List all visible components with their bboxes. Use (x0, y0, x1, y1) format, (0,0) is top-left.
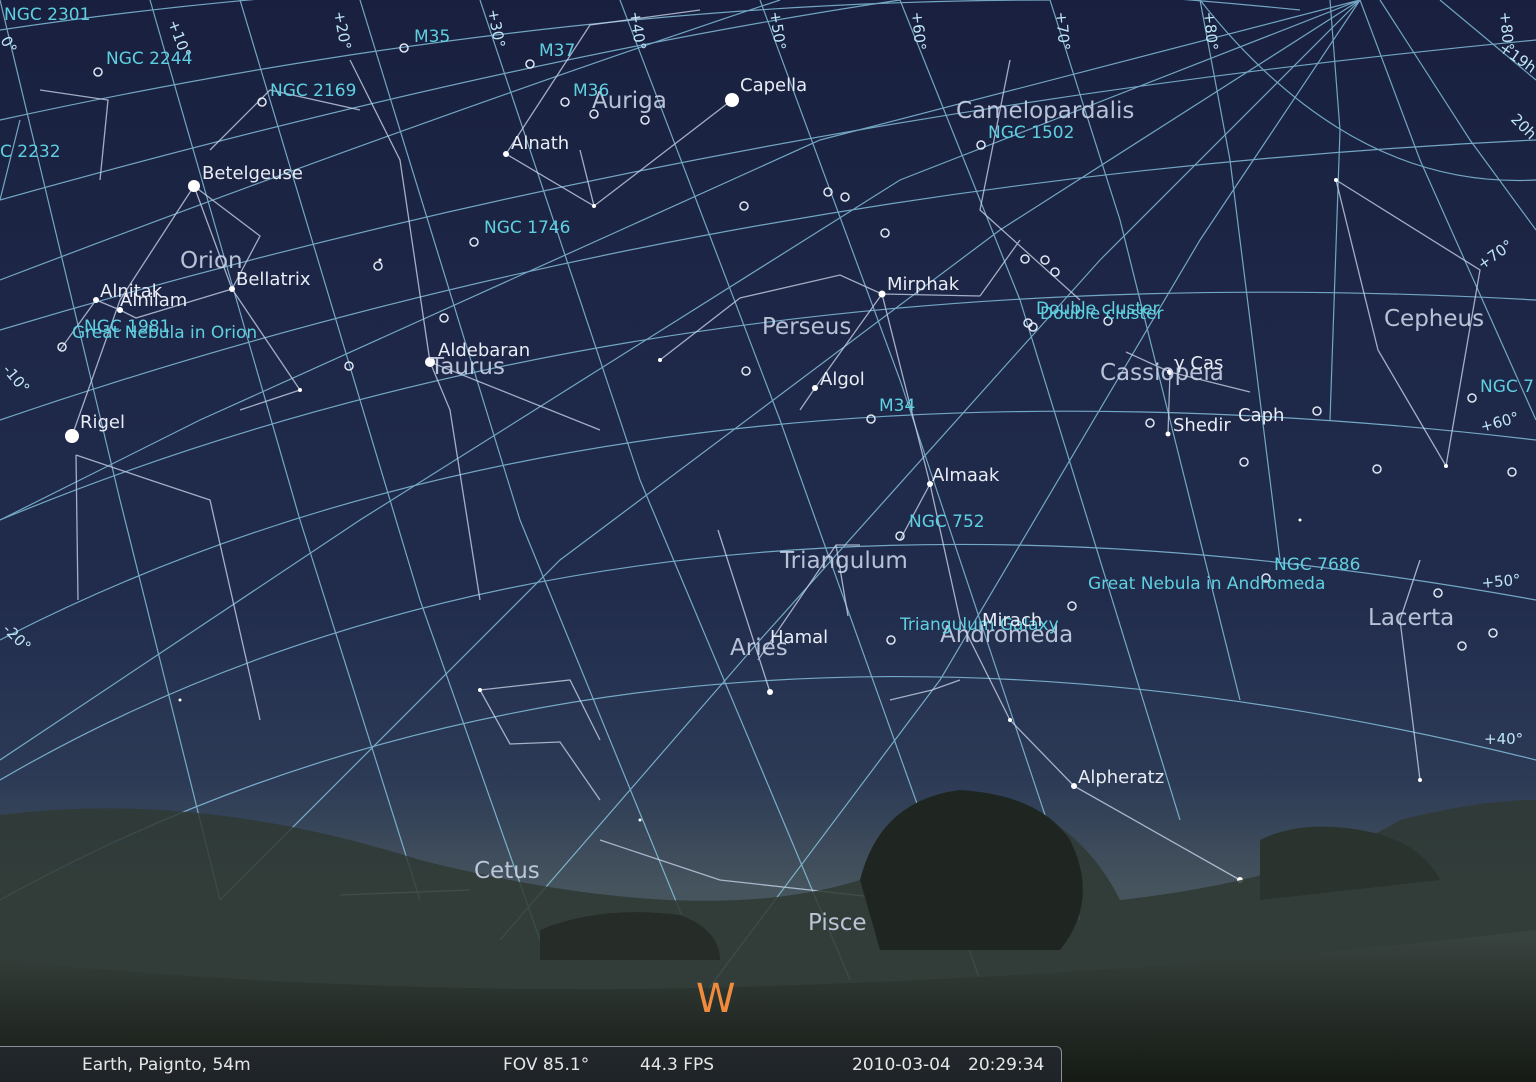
dso-ngc2301[interactable]: NGC 2301 (4, 5, 90, 25)
constellation-cepheus[interactable]: Cepheus (1384, 306, 1484, 332)
constellation-triangulum[interactable]: Triangulum (779, 548, 908, 574)
label-alnath[interactable]: Alnath (511, 133, 569, 154)
label-alnilam[interactable]: Alnilam (120, 290, 187, 311)
status-fps: 44.3 FPS (640, 1055, 715, 1075)
label-capella[interactable]: Capella (740, 75, 807, 96)
constellation-orion[interactable]: Orion (180, 248, 243, 274)
dso-m34[interactable]: M34 (879, 396, 915, 416)
dso-ngc2169[interactable]: NGC 2169 (270, 81, 356, 101)
dso-ngc7686[interactable]: NGC 7686 (1274, 555, 1360, 575)
compass-west: W (696, 976, 736, 1022)
label-mirphak[interactable]: Mirphak (887, 274, 960, 295)
grid-label: +50° (1481, 571, 1522, 592)
grid-label: +40° (1484, 730, 1523, 748)
constellation-lacerta[interactable]: Lacerta (1368, 605, 1454, 631)
dso-ngc1502[interactable]: NGC 1502 (988, 123, 1074, 143)
dso-ngc7x[interactable]: NGC 7 (1480, 377, 1534, 397)
label-rigel[interactable]: Rigel (80, 412, 125, 433)
dso-ngc752[interactable]: NGC 752 (909, 512, 985, 532)
dso-m37[interactable]: M37 (539, 41, 575, 61)
sky-view[interactable]: +10° +20° +30° +40° +50° +60° +70° +80° … (0, 0, 1536, 1082)
label-shedir[interactable]: Shedir (1173, 415, 1231, 436)
grid-label: +70° (1052, 11, 1073, 52)
dso-ngc2232[interactable]: C 2232 (0, 142, 61, 162)
dso-andromeda-nebula[interactable]: Great Nebula in Andromeda (1088, 574, 1325, 594)
dso-ngc2244[interactable]: NGC 2244 (106, 49, 192, 69)
label-gamma-cas[interactable]: γ Cas (1174, 353, 1223, 374)
status-bar: Earth, Paignto, 54m FOV 85.1° 44.3 FPS 2… (0, 1046, 1062, 1082)
label-hamal[interactable]: Hamal (770, 627, 828, 648)
label-almaak[interactable]: Almaak (932, 465, 1000, 486)
dso-double-cluster[interactable]: Double cluster (1040, 304, 1163, 324)
constellation-camelopardalis[interactable]: Camelopardalis (956, 98, 1134, 124)
dso-m36[interactable]: M36 (573, 81, 609, 101)
label-alpheratz[interactable]: Alpheratz (1078, 767, 1164, 788)
status-fov: FOV 85.1° (503, 1055, 590, 1075)
star-capella[interactable] (725, 93, 739, 107)
dso-m35[interactable]: M35 (414, 27, 450, 47)
label-caph[interactable]: Caph (1238, 405, 1284, 426)
dso-orion-nebula[interactable]: Great Nebula in Orion (72, 323, 257, 343)
label-algol[interactable]: Algol (820, 369, 865, 390)
label-bellatrix[interactable]: Bellatrix (236, 269, 311, 290)
status-time: 20:29:34 (968, 1055, 1045, 1075)
star-betelgeuse[interactable] (188, 180, 200, 192)
constellation-pisces[interactable]: Pisce (808, 910, 867, 936)
star-rigel[interactable] (65, 429, 79, 443)
status-date: 2010-03-04 (852, 1055, 951, 1075)
constellation-perseus[interactable]: Perseus (762, 314, 851, 340)
status-location: Earth, Paignto, 54m (82, 1055, 251, 1075)
label-mirach[interactable]: Mirach (982, 610, 1042, 631)
dso-ngc1746[interactable]: NGC 1746 (484, 218, 570, 238)
constellation-cetus[interactable]: Cetus (474, 858, 540, 884)
grid-label: +60° (908, 11, 929, 52)
label-aldebaran[interactable]: Aldebaran (438, 340, 530, 361)
label-betelgeuse[interactable]: Betelgeuse (202, 163, 303, 184)
grid-label: +80° (1200, 11, 1221, 52)
